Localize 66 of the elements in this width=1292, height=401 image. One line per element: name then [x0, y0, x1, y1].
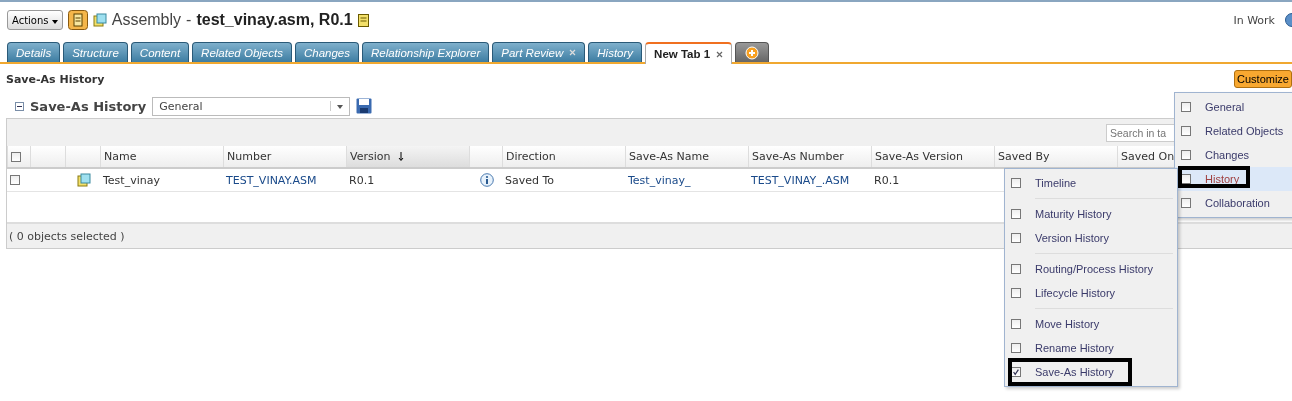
assembly-icon: [77, 173, 91, 187]
sort-arrow-icon: [398, 152, 405, 161]
column-header[interactable]: Saved By: [998, 150, 1050, 163]
menu-item[interactable]: Save-As History: [1005, 360, 1177, 384]
page-title: Save-As History: [6, 72, 105, 86]
assembly-icon: [92, 13, 107, 27]
menu-checkbox[interactable]: [1181, 126, 1191, 136]
menu-item[interactable]: Collaboration: [1175, 191, 1292, 215]
save-icon[interactable]: [356, 98, 373, 114]
customize-button[interactable]: Customize: [1234, 70, 1292, 88]
menu-checkbox[interactable]: [1181, 174, 1191, 184]
column-header[interactable]: Save-As Version: [875, 150, 963, 163]
menu-item[interactable]: Version History: [1005, 226, 1177, 250]
table-cell: R0.1: [874, 173, 900, 187]
plus-icon: [745, 45, 760, 60]
table-cell: R0.1: [349, 173, 375, 187]
state-label: In Work: [1233, 13, 1275, 27]
object-type: Assembly: [111, 11, 182, 29]
menu-item[interactable]: Lifecycle History: [1005, 281, 1177, 305]
menu-checkbox[interactable]: [1181, 150, 1191, 160]
separator-text: -: [186, 11, 192, 29]
add-tab-button[interactable]: [735, 42, 770, 62]
column-header[interactable]: Number: [227, 150, 272, 163]
info-icon[interactable]: [480, 173, 494, 187]
menu-checkbox[interactable]: [1011, 288, 1021, 298]
table-link[interactable]: TEST_VINAY_.ASM: [751, 173, 850, 187]
column-header[interactable]: Save-As Name: [629, 150, 709, 163]
select-all-checkbox[interactable]: [11, 151, 21, 162]
menu-item[interactable]: Timeline: [1005, 171, 1177, 195]
table-cell: Saved To: [505, 173, 555, 187]
column-header[interactable]: Direction: [506, 150, 556, 163]
menu-checkbox[interactable]: [1011, 209, 1021, 219]
collapse-icon[interactable]: [15, 101, 24, 111]
actions-button[interactable]: Actions: [7, 10, 63, 30]
table-link[interactable]: TEST_VINAY.ASM: [226, 173, 317, 187]
menu-item[interactable]: Maturity History: [1005, 202, 1177, 226]
table-link[interactable]: Test_vinay_: [628, 173, 691, 187]
menu-checkbox[interactable]: [1011, 367, 1021, 377]
object-name: test_vinay.asm, R0.1: [196, 11, 353, 29]
menu-checkbox[interactable]: [1011, 233, 1021, 243]
menu-item[interactable]: Rename History: [1005, 336, 1177, 360]
menu-item[interactable]: Changes: [1175, 143, 1292, 167]
column-header[interactable]: Save-As Number: [752, 150, 844, 163]
column-header[interactable]: Name: [104, 150, 137, 163]
menu-item[interactable]: Move History: [1005, 312, 1177, 336]
menu-checkbox[interactable]: [1181, 102, 1191, 112]
caret-icon: [51, 19, 58, 24]
menu-checkbox[interactable]: [1011, 343, 1021, 353]
menu-checkbox[interactable]: [1011, 178, 1021, 188]
menu-checkbox[interactable]: [1011, 319, 1021, 329]
row-checkbox[interactable]: [10, 175, 20, 185]
selection-status: ( 0 objects selected ): [9, 229, 125, 243]
menu-checkbox[interactable]: [1181, 198, 1191, 208]
tab[interactable]: New Tab 1: [645, 42, 733, 64]
document-icon[interactable]: [357, 13, 369, 27]
menu-item[interactable]: General: [1175, 95, 1292, 119]
table-title: Save-As History: [30, 98, 147, 114]
table-cell: Test_vinay: [103, 173, 160, 187]
caret-icon: [337, 105, 344, 109]
close-icon[interactable]: [716, 50, 724, 58]
highlight-frame: [1178, 166, 1250, 188]
menu-checkbox[interactable]: [1011, 264, 1021, 274]
column-header[interactable]: Saved On: [1121, 150, 1175, 163]
menu-item[interactable]: Routing/Process History: [1005, 257, 1177, 281]
document-icon[interactable]: [67, 10, 88, 30]
view-dropdown[interactable]: General: [152, 96, 351, 116]
